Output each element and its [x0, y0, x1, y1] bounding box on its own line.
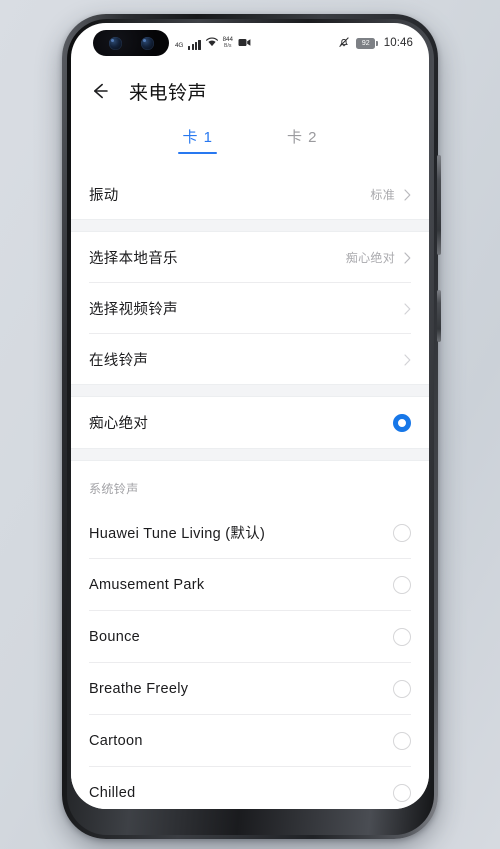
tab-sim-2[interactable]: 卡 2 — [281, 123, 324, 157]
data-rate-unit: B/s — [224, 43, 232, 49]
row-current-ringtone[interactable]: 痴心绝对 — [89, 397, 411, 448]
list-item[interactable]: Breathe Freely — [89, 663, 411, 714]
data-rate-value: 844 — [222, 35, 233, 43]
wifi-icon — [205, 37, 218, 50]
row-vibration[interactable]: 振动 标准 — [89, 169, 411, 219]
vibration-group: 振动 标准 — [71, 169, 429, 219]
camera-lens-secondary-icon — [140, 36, 154, 50]
system-ringtones-group: 系统铃声 Huawei Tune Living (默认) Amusement P… — [71, 461, 429, 809]
list-item[interactable]: Bounce — [89, 611, 411, 662]
video-ringtone-label: 选择视频铃声 — [89, 301, 178, 318]
section-separator — [71, 219, 429, 232]
app-bar: 来电铃声 — [71, 63, 429, 119]
video-recording-icon — [238, 38, 251, 50]
silent-mode-icon — [338, 36, 350, 51]
volume-button[interactable] — [437, 155, 441, 255]
radio-unselected-icon[interactable] — [393, 679, 411, 698]
data-rate-indicator: 844 B/s — [222, 35, 233, 50]
chevron-right-icon — [404, 188, 411, 201]
screenshot-stage: 4G 844 B/s 92 10:46 来电铃声 卡 1 卡 2 振动 标准 选… — [0, 0, 500, 849]
radio-selected-icon[interactable] — [393, 413, 411, 432]
status-bar-left: 4G 844 B/s — [175, 35, 251, 50]
system-ringtones-header: 系统铃声 — [89, 482, 139, 496]
ringtone-label: Cartoon — [89, 732, 143, 749]
radio-unselected-icon[interactable] — [393, 731, 411, 750]
ringtone-label: Breathe Freely — [89, 680, 189, 697]
local-music-value: 痴心绝对 — [345, 250, 395, 265]
tab-sim-1[interactable]: 卡 1 — [176, 123, 219, 157]
ringtone-source-group: 选择本地音乐 痴心绝对 选择视频铃声 在线铃声 — [71, 232, 429, 384]
chevron-right-icon — [404, 251, 411, 264]
camera-lens-icon — [108, 36, 122, 50]
section-separator — [71, 448, 429, 461]
radio-unselected-icon[interactable] — [393, 575, 411, 594]
list-item[interactable]: Amusement Park — [89, 559, 411, 610]
vibration-value: 标准 — [370, 187, 395, 202]
power-button[interactable] — [437, 290, 441, 342]
ringtone-label: Amusement Park — [89, 576, 205, 593]
vibration-label: 振动 — [89, 187, 119, 204]
local-music-label: 选择本地音乐 — [89, 250, 178, 267]
battery-percent-label: 92 — [356, 37, 376, 49]
phone-screen: 4G 844 B/s 92 10:46 来电铃声 卡 1 卡 2 振动 标准 选… — [71, 23, 429, 809]
back-arrow-icon[interactable] — [89, 80, 111, 102]
status-bar-right: 92 10:46 — [338, 36, 413, 51]
section-separator — [71, 384, 429, 397]
row-video-ringtone[interactable]: 选择视频铃声 — [89, 283, 411, 333]
sim-card-tabs: 卡 1 卡 2 — [71, 119, 429, 169]
battery-icon: 92 — [356, 37, 378, 49]
list-item[interactable]: Huawei Tune Living (默认) — [89, 507, 411, 558]
status-bar: 4G 844 B/s 92 10:46 — [71, 23, 429, 63]
radio-unselected-icon[interactable] — [393, 783, 411, 802]
list-item[interactable]: Chilled — [89, 767, 411, 809]
chevron-right-icon — [404, 353, 411, 366]
ringtone-label: Huawei Tune Living (默认) — [89, 526, 266, 542]
radio-unselected-icon[interactable] — [393, 523, 411, 542]
signal-bars-icon — [188, 40, 201, 50]
current-ringtone-label: 痴心绝对 — [89, 416, 149, 432]
current-selection-group: 痴心绝对 — [71, 397, 429, 448]
network-type-label: 4G — [175, 41, 184, 49]
page-title: 来电铃声 — [129, 82, 208, 104]
ringtone-label: Chilled — [89, 784, 136, 801]
ringtone-label: Bounce — [89, 628, 140, 645]
chevron-right-icon — [404, 302, 411, 315]
row-online-ringtone[interactable]: 在线铃声 — [89, 334, 411, 384]
punch-hole-camera — [93, 30, 169, 56]
row-local-music[interactable]: 选择本地音乐 痴心绝对 — [89, 232, 411, 282]
list-item[interactable]: Cartoon — [89, 715, 411, 766]
radio-unselected-icon[interactable] — [393, 627, 411, 646]
status-bar-clock: 10:46 — [383, 37, 413, 49]
online-ringtone-label: 在线铃声 — [89, 352, 149, 369]
